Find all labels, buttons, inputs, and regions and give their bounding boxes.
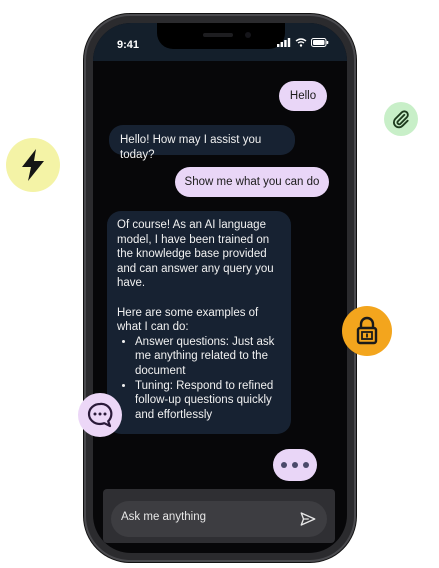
typing-indicator: [273, 449, 317, 481]
message-input-placeholder: Ask me anything: [121, 511, 207, 523]
chat-icon: [87, 402, 113, 428]
lightning-icon: [22, 149, 44, 181]
status-bar: 9:41: [93, 23, 347, 61]
typing-dot: [303, 462, 309, 468]
message-input[interactable]: Ask me anything: [111, 501, 327, 537]
assistant-message: Hello! How may I assist you today?: [109, 125, 295, 161]
front-camera: [245, 32, 251, 38]
assistant-intro: Of course! As an AI language model, I ha…: [117, 219, 274, 290]
user-message: Show me what you can do: [175, 167, 329, 197]
chat-badge: [78, 393, 122, 437]
examples-heading: Here are some examples of what I can do:: [117, 306, 259, 334]
lock-badge: [342, 306, 392, 356]
status-time: 9:41: [117, 39, 140, 51]
typing-dot: [292, 462, 298, 468]
notch: [157, 23, 285, 49]
lock-icon: [356, 316, 378, 345]
user-message: Hello: [279, 81, 327, 111]
signal-icon: [277, 38, 291, 47]
status-icons: [277, 38, 329, 47]
paperclip-icon: [392, 110, 409, 129]
examples-list: Answer questions: Just ask me anything r…: [117, 335, 281, 423]
send-icon[interactable]: [299, 510, 317, 528]
wifi-icon: [295, 38, 307, 47]
chat-screen: 9:41 Hello Hello! How may I assist you t…: [93, 23, 347, 553]
battery-icon: [311, 38, 329, 47]
lightning-badge: [6, 138, 60, 192]
typing-dot: [281, 462, 287, 468]
phone-frame: 9:41 Hello Hello! How may I assist you t…: [84, 14, 356, 562]
speaker: [203, 33, 233, 37]
list-item: Answer questions: Just ask me anything r…: [135, 335, 281, 379]
composer-bar: Ask me anything: [103, 489, 335, 543]
list-item: Tuning: Respond to refined follow-up que…: [135, 379, 281, 423]
paperclip-badge: [384, 102, 418, 136]
assistant-message: Of course! As an AI language model, I ha…: [107, 211, 291, 434]
